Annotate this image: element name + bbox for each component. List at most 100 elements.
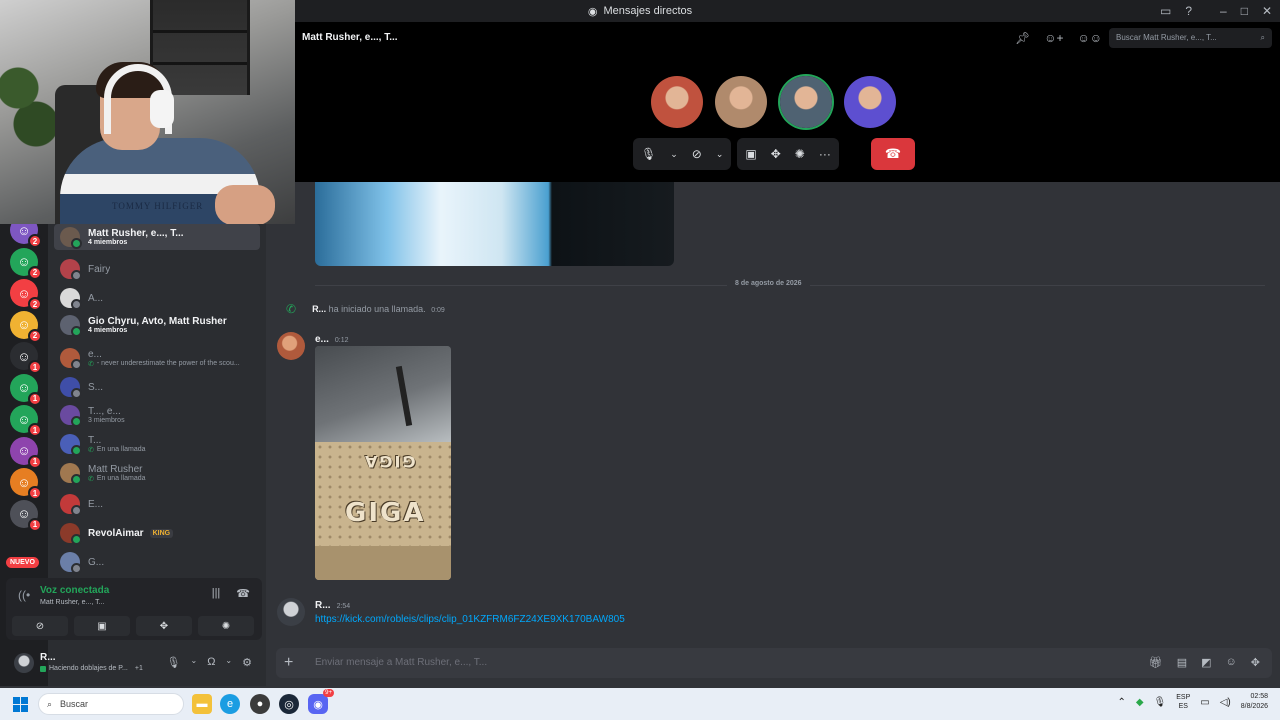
activities-icon[interactable]: ✥ (771, 147, 781, 161)
help-icon[interactable]: ? (1185, 4, 1192, 18)
disconnect-icon[interactable]: ☎ (236, 587, 250, 600)
dm-item[interactable]: E... (54, 491, 260, 517)
monitor-icon[interactable]: ▭ (1200, 697, 1209, 708)
members-icon[interactable]: ☺☺ (1077, 31, 1102, 45)
taskbar-search[interactable]: ⌕ Buscar (38, 693, 184, 715)
windows-start-icon[interactable] (13, 697, 28, 712)
voice-channel-name[interactable]: Matt Rusher, e..., T... (40, 599, 104, 606)
server-icon[interactable]: ☺ 1 (10, 373, 42, 406)
volume-icon[interactable]: ◁) (1220, 697, 1231, 708)
dm-item[interactable]: Matt Rusher ✆ En una llamada (54, 460, 260, 486)
camera-off-icon[interactable]: ⊘ (692, 147, 702, 161)
previous-image-attachment[interactable] (315, 182, 674, 266)
apps-icon[interactable]: ✥ (1251, 656, 1260, 669)
camera-off-button[interactable]: ⊘ (12, 616, 68, 636)
gift-icon[interactable]: 🎁︎ (1149, 656, 1163, 669)
avatar[interactable] (14, 653, 34, 673)
maximize-icon[interactable]: □ (1241, 4, 1248, 18)
chevron-up-icon[interactable]: ⌃ (1117, 697, 1125, 708)
call-user[interactable]: R... (312, 304, 326, 314)
steam-icon[interactable]: ◎ (279, 694, 299, 714)
dm-item[interactable]: T..., e... 3 miembros (54, 402, 260, 428)
emoji-icon[interactable]: ☺ (1226, 656, 1237, 669)
add-attachment-icon[interactable]: + (284, 654, 293, 672)
pin-icon[interactable]: 📌︎ (1015, 31, 1030, 45)
sticker-icon[interactable]: ◩ (1201, 656, 1211, 669)
server-badge: 2 (28, 328, 42, 343)
hang-up-button[interactable]: ☎ (871, 138, 915, 170)
search-icon: ⌕ (47, 698, 53, 709)
headphones-icon[interactable]: Ω (207, 656, 215, 669)
call-participant-avatar[interactable] (844, 76, 896, 128)
chrome-icon[interactable]: ● (250, 694, 270, 714)
add-friends-icon[interactable]: ☺+ (1044, 31, 1063, 45)
dm-item[interactable]: A... (54, 285, 260, 311)
security-icon[interactable]: ◆ (1136, 697, 1144, 708)
file-explorer-icon[interactable]: ▬ (192, 694, 212, 714)
server-badge: 1 (28, 517, 42, 532)
mic-control-group: 🎙︎ ⌄ ⊘ ⌄ (633, 138, 732, 170)
chevron-down-icon[interactable]: ⌄ (716, 149, 724, 160)
dm-item[interactable]: S... (54, 374, 260, 400)
dm-subtitle: 3 miembros (88, 417, 125, 424)
activities-button[interactable]: ✥ (136, 616, 192, 636)
discord-taskbar-icon[interactable]: ◉ 9+ (308, 689, 334, 714)
soundboard-icon[interactable]: ✺ (795, 147, 805, 161)
avatar (60, 259, 82, 281)
server-icon[interactable]: ☺ 1 (10, 499, 42, 532)
dm-item[interactable]: Fairy (54, 256, 260, 282)
chevron-down-icon[interactable]: ⌄ (190, 656, 197, 669)
voice-status-title[interactable]: Voz conectada (40, 585, 109, 596)
call-participant-avatar[interactable] (715, 76, 767, 128)
edge-icon[interactable]: e (220, 694, 240, 714)
message-author[interactable]: e... (315, 334, 329, 345)
gif-icon[interactable]: ▤ (1177, 656, 1187, 669)
dm-item[interactable]: RevolAimar KING (54, 520, 260, 546)
dm-item[interactable]: T... ✆ En una llamada (54, 431, 260, 457)
chevron-down-icon[interactable]: ⌄ (670, 149, 678, 160)
photo-logo-top: GIGA (363, 452, 416, 471)
close-icon[interactable]: ✕ (1262, 4, 1272, 18)
avatar[interactable] (277, 332, 305, 360)
message-link[interactable]: https://kick.com/robleis/clips/clip_01KZ… (315, 614, 625, 625)
message-composer[interactable]: + Enviar mensaje a Matt Rusher, e..., T.… (276, 648, 1272, 678)
photo-attachment[interactable]: GIGA GIGA (315, 346, 451, 580)
language-indicator[interactable]: ESP ES (1176, 693, 1190, 711)
screen-share-button[interactable]: ▣ (74, 616, 130, 636)
dm-item[interactable]: Matt Rusher, e..., T... 4 miembros (54, 224, 260, 250)
search-input[interactable]: Buscar Matt Rusher, e..., T... ⌕ (1109, 28, 1272, 48)
server-icon[interactable]: ☺ 1 (10, 405, 42, 437)
server-icon[interactable]: ☺ 1 (10, 468, 42, 500)
settings-icon[interactable]: ⚙ (242, 656, 252, 669)
dm-name: T... (88, 434, 102, 446)
screen-share-icon[interactable]: ▣ (745, 147, 756, 161)
message-author[interactable]: R... (315, 600, 331, 611)
soundboard-button[interactable]: ✺ (198, 616, 254, 636)
clock[interactable]: 02:58 8/8/2026 (1241, 692, 1268, 712)
inbox-icon[interactable]: ▭ (1160, 4, 1171, 18)
dm-item[interactable]: e... ✆ - never underestimate the power of … (54, 345, 260, 371)
microphone-icon[interactable]: 🎙︎ (641, 147, 656, 161)
server-icon[interactable]: ☺ 2 (10, 247, 42, 280)
chevron-down-icon[interactable]: ⌄ (225, 656, 232, 669)
microphone-icon[interactable]: 🎙︎ (1154, 697, 1167, 708)
clock-time: 02:58 (1250, 693, 1268, 700)
server-icon[interactable]: ☺ 1 (10, 436, 42, 469)
microphone-icon[interactable]: 🎙︎ (167, 656, 181, 669)
dm-item[interactable]: Gio Chyru, Avto, Matt Rusher 4 miembros (54, 312, 260, 338)
call-participant-avatar[interactable] (780, 76, 832, 128)
minimize-icon[interactable]: – (1220, 4, 1227, 18)
server-icon[interactable]: ☺ 1 (10, 342, 42, 374)
server-icon[interactable]: ☺ 2 (10, 310, 42, 343)
server-icon[interactable]: ☺ 2 (10, 279, 42, 311)
dm-item[interactable]: G... (54, 549, 260, 575)
server-badge: 2 (28, 265, 42, 280)
signal-icon[interactable]: ((• (18, 588, 30, 602)
avatar[interactable] (277, 598, 305, 626)
user-name[interactable]: R... (40, 652, 56, 663)
dm-name: Matt Rusher (88, 463, 143, 475)
more-icon[interactable]: ··· (819, 147, 831, 161)
call-participant-avatar[interactable] (651, 76, 703, 128)
user-status: Haciendo doblajes de P... +1 (40, 665, 143, 672)
noise-suppression-icon[interactable]: ||| (212, 587, 221, 600)
